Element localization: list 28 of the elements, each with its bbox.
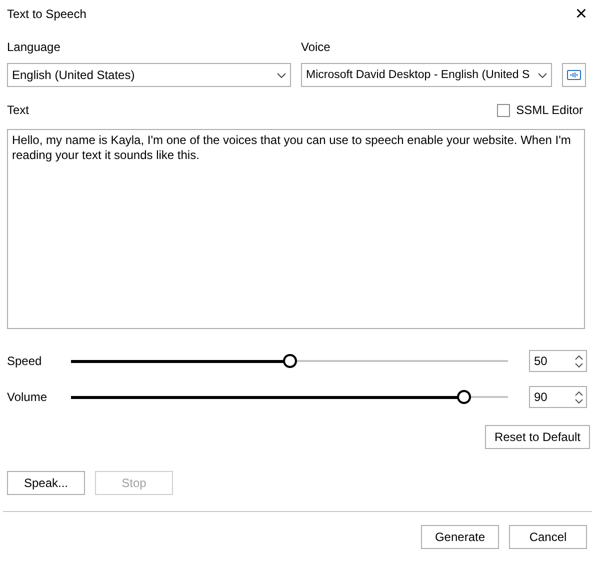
number-spinner[interactable]: 50 bbox=[529, 350, 587, 372]
spinner-value: 50 bbox=[534, 354, 548, 368]
reset-button[interactable]: Reset to Default bbox=[485, 425, 590, 449]
dialog-button[interactable]: Generate bbox=[421, 525, 499, 549]
playback-button[interactable]: Speak... bbox=[7, 471, 85, 495]
slider-thumb[interactable] bbox=[457, 390, 472, 404]
voice-settings-button[interactable] bbox=[562, 63, 586, 87]
slider-track[interactable] bbox=[71, 390, 508, 404]
text-area[interactable]: Hello, my name is Kayla, I'm one of the voices that you can use to speech enable your website. When I'm reading your text it sounds like this. bbox=[7, 129, 585, 329]
slider-label: Speed bbox=[7, 354, 43, 368]
slider-label: Volume bbox=[7, 390, 48, 404]
chevron-down-icon bbox=[538, 72, 547, 78]
number-spinner[interactable]: 90 bbox=[529, 386, 587, 408]
field-label: Text bbox=[7, 103, 30, 117]
language-dropdown[interactable]: English (United States) bbox=[7, 63, 291, 87]
dialog-button[interactable]: Cancel bbox=[509, 525, 587, 549]
slider-thumb[interactable] bbox=[282, 354, 296, 368]
chevron-down-icon bbox=[277, 72, 286, 78]
field-label: Language bbox=[7, 40, 62, 55]
spinner-value: 90 bbox=[534, 390, 548, 404]
field-label: Voice bbox=[301, 40, 330, 55]
checkbox-label: SSML Editor bbox=[516, 103, 583, 117]
close-button[interactable]: × bbox=[575, 5, 587, 23]
soundwave-icon bbox=[567, 70, 581, 80]
slider-track[interactable] bbox=[71, 354, 508, 368]
voice-dropdown[interactable]: Microsoft David Desktop - English (United S bbox=[301, 63, 552, 87]
checkbox[interactable] bbox=[497, 104, 510, 116]
window-title: Text to Speech bbox=[7, 7, 86, 21]
